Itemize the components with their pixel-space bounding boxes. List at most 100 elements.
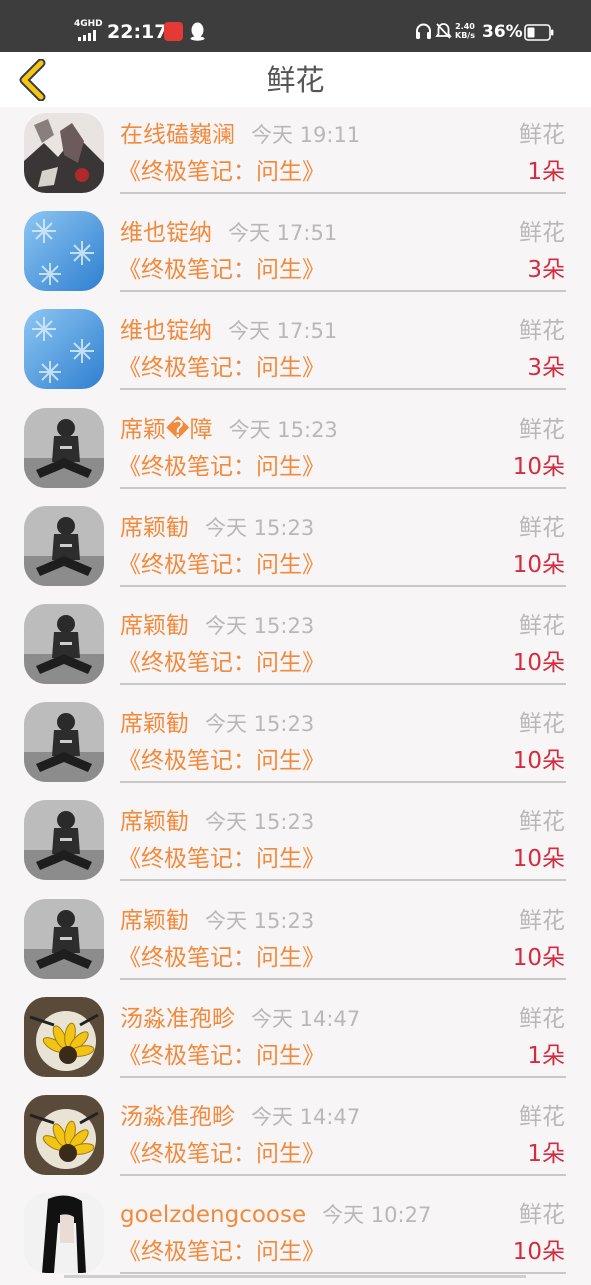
list-item[interactable]: 席颖�障 今天 15:23 《终极笔记：问生》 鲜花 10朵 <box>0 402 591 500</box>
signal-icon <box>78 30 96 41</box>
app-notification-icon <box>164 22 183 41</box>
username-text: 汤淼准孢畛 <box>120 1103 235 1130</box>
gift-type: 鲜花 <box>519 1005 565 1032</box>
avatar[interactable] <box>24 702 104 783</box>
row-divider <box>120 388 566 391</box>
username-text: 汤淼准孢畛 <box>120 1005 235 1032</box>
timestamp: 今天 15:23 <box>205 613 315 638</box>
list-item[interactable]: 维也锭纳 今天 17:51 《终极笔记：问生》 鲜花 3朵 <box>0 303 591 401</box>
row-divider <box>120 290 566 293</box>
gift-type: 鲜花 <box>519 809 565 836</box>
battery-icon <box>524 24 554 41</box>
timestamp: 今天 15:23 <box>205 908 315 933</box>
book-title[interactable]: 《终极笔记：问生》 <box>118 1139 325 1169</box>
list-item[interactable]: 席颖勧 今天 15:23 《终极笔记：问生》 鲜花 10朵 <box>0 696 591 794</box>
avatar[interactable] <box>24 603 104 684</box>
username: 席颖勧 今天 15:23 <box>120 513 314 543</box>
username: 维也锭纳 今天 17:51 <box>120 316 337 346</box>
gift-count: 3朵 <box>527 355 565 382</box>
battery-percent: 36% <box>482 22 523 42</box>
gift-count: 10朵 <box>512 846 565 873</box>
book-title[interactable]: 《终极笔记：问生》 <box>118 452 325 482</box>
username: 席颖�障 今天 15:23 <box>120 415 338 445</box>
avatar[interactable] <box>24 505 104 586</box>
row-divider <box>120 192 566 194</box>
avatar[interactable] <box>24 211 104 292</box>
timestamp: 今天 14:47 <box>251 1104 361 1129</box>
gift-count: 10朵 <box>512 748 565 775</box>
username: 在线磕巍澜 今天 19:11 <box>120 120 360 150</box>
list-item[interactable]: 席颖勧 今天 15:23 《终极笔记：问生》 鲜花 10朵 <box>0 893 591 991</box>
book-title[interactable]: 《终极笔记：问生》 <box>118 1041 325 1071</box>
username-text: 维也锭纳 <box>120 318 212 345</box>
username-text: goelzdengcoose <box>120 1202 307 1229</box>
username: 维也锭纳 今天 17:51 <box>120 218 337 248</box>
gift-type: 鲜花 <box>519 612 565 639</box>
book-title[interactable]: 《终极笔记：问生》 <box>118 844 325 874</box>
gift-type: 鲜花 <box>519 416 565 443</box>
qq-icon <box>190 22 205 41</box>
book-title[interactable]: 《终极笔记：问生》 <box>118 746 325 776</box>
gift-count: 10朵 <box>512 453 565 480</box>
username: 席颖勧 今天 15:23 <box>120 906 314 936</box>
network-type: 4GHD <box>74 19 103 29</box>
list-item[interactable]: 汤淼准孢畛 今天 14:47 《终极笔记：问生》 鲜花 1朵 <box>0 991 591 1089</box>
username-text: 维也锭纳 <box>120 220 212 247</box>
list-item[interactable]: 席颖勧 今天 15:23 《终极笔记：问生》 鲜花 10朵 <box>0 500 591 598</box>
timestamp: 今天 15:23 <box>228 417 338 442</box>
gift-count: 1朵 <box>527 1140 565 1167</box>
timestamp: 今天 15:23 <box>205 712 315 737</box>
timestamp: 今天 14:47 <box>251 1006 361 1031</box>
timestamp: 今天 17:51 <box>228 319 338 344</box>
avatar[interactable] <box>24 309 104 390</box>
timestamp: 今天 17:51 <box>228 221 338 246</box>
scroll-indicator <box>64 1275 526 1278</box>
page-title: 鲜花 <box>266 63 325 97</box>
gift-count: 10朵 <box>512 649 565 676</box>
book-title[interactable]: 《终极笔记：问生》 <box>118 648 325 678</box>
book-title[interactable]: 《终极笔记：问生》 <box>118 943 325 973</box>
timestamp: 今天 19:11 <box>251 123 361 147</box>
gift-count: 3朵 <box>527 257 565 284</box>
gift-type: 鲜花 <box>519 1202 565 1229</box>
username: 汤淼准孢畛 今天 14:47 <box>120 1004 360 1034</box>
username-text: 席颖勧 <box>120 907 189 934</box>
list-item[interactable]: 席颖勧 今天 15:23 《终极笔记：问生》 鲜花 10朵 <box>0 794 591 892</box>
avatar[interactable] <box>24 996 104 1077</box>
gift-type: 鲜花 <box>519 318 565 345</box>
gift-type: 鲜花 <box>519 1103 565 1130</box>
username-text: 席颖勧 <box>120 809 189 836</box>
avatar[interactable] <box>24 407 104 488</box>
gift-count: 10朵 <box>512 1239 565 1266</box>
avatar[interactable] <box>24 1193 104 1274</box>
username-text: 席颖勧 <box>120 612 189 639</box>
avatar[interactable] <box>24 113 104 193</box>
row-divider <box>120 879 566 882</box>
list-item[interactable]: 席颖勧 今天 15:23 《终极笔记：问生》 鲜花 10朵 <box>0 598 591 696</box>
timestamp: 今天 15:23 <box>205 515 315 540</box>
avatar[interactable] <box>24 1094 104 1175</box>
book-title[interactable]: 《终极笔记：问生》 <box>118 255 325 285</box>
gift-count: 10朵 <box>512 944 565 971</box>
gift-type: 鲜花 <box>519 907 565 934</box>
list-item[interactable]: 维也锭纳 今天 17:51 《终极笔记：问生》 鲜花 3朵 <box>0 205 591 303</box>
timestamp: 今天 15:23 <box>205 810 315 835</box>
list-item[interactable]: 汤淼准孢畛 今天 14:47 《终极笔记：问生》 鲜花 1朵 <box>0 1089 591 1187</box>
row-divider <box>120 1272 566 1275</box>
avatar[interactable] <box>24 898 104 979</box>
list-item[interactable]: 在线磕巍澜 今天 19:11 《终极笔记：问生》 鲜花 1朵 <box>0 107 591 205</box>
username: 席颖勧 今天 15:23 <box>120 709 314 739</box>
book-title[interactable]: 《终极笔记：问生》 <box>118 550 325 580</box>
book-title[interactable]: 《终极笔记：问生》 <box>118 1237 325 1267</box>
username: 席颖勧 今天 15:23 <box>120 611 314 641</box>
avatar[interactable] <box>24 800 104 881</box>
row-divider <box>120 1075 566 1078</box>
row-divider <box>120 584 566 587</box>
headset-icon <box>416 23 431 39</box>
row-divider <box>120 781 566 784</box>
book-title[interactable]: 《终极笔记：问生》 <box>118 353 325 383</box>
username-text: 在线磕巍澜 <box>120 122 235 148</box>
username-text: 席颖勧 <box>120 514 189 541</box>
book-title[interactable]: 《终极笔记：问生》 <box>118 157 325 187</box>
list-item[interactable]: goelzdengcoose 今天 10:27 《终极笔记：问生》 鲜花 10朵 <box>0 1187 591 1285</box>
